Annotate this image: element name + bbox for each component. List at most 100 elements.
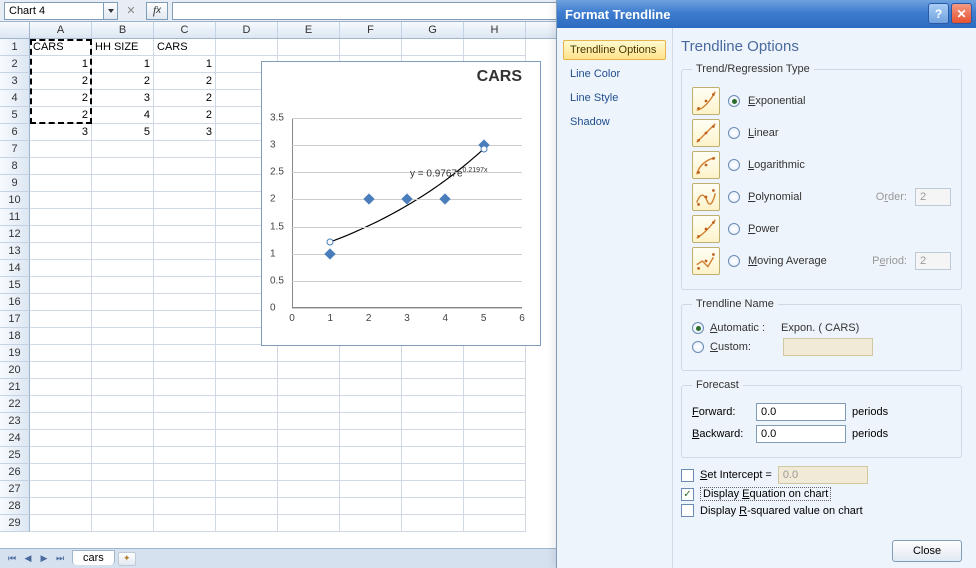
nav-trendline-options[interactable]: Trendline Options — [563, 40, 666, 60]
cell[interactable] — [464, 430, 526, 447]
forward-input[interactable] — [756, 403, 846, 421]
cell[interactable]: HH SIZE — [92, 39, 154, 56]
row-header[interactable]: 13 — [0, 243, 30, 260]
cell[interactable] — [30, 447, 92, 464]
radio-logarithmic[interactable] — [728, 159, 740, 171]
cell[interactable] — [278, 39, 340, 56]
cell[interactable] — [92, 158, 154, 175]
tab-nav-next-icon[interactable]: ▶ — [36, 551, 52, 567]
cell[interactable] — [92, 141, 154, 158]
cell[interactable] — [30, 464, 92, 481]
cell[interactable] — [92, 226, 154, 243]
row-header[interactable]: 2 — [0, 56, 30, 73]
cell[interactable]: 3 — [154, 124, 216, 141]
cell[interactable] — [92, 243, 154, 260]
radio-exponential[interactable] — [728, 95, 740, 107]
cell[interactable] — [278, 379, 340, 396]
cell[interactable] — [278, 413, 340, 430]
cell[interactable] — [154, 226, 216, 243]
cell[interactable] — [30, 277, 92, 294]
cell[interactable] — [30, 345, 92, 362]
col-header[interactable]: E — [278, 22, 340, 38]
cell[interactable] — [92, 515, 154, 532]
nav-shadow[interactable]: Shadow — [563, 112, 666, 132]
cell[interactable] — [154, 362, 216, 379]
order-spinner[interactable]: 2 — [915, 188, 951, 206]
checkbox-set-intercept[interactable] — [681, 469, 694, 482]
cell[interactable] — [92, 498, 154, 515]
cell[interactable] — [402, 430, 464, 447]
radio-moving-average[interactable] — [728, 255, 740, 267]
row-header[interactable]: 12 — [0, 226, 30, 243]
cell[interactable] — [154, 141, 216, 158]
cell[interactable] — [402, 498, 464, 515]
close-icon[interactable]: ✕ — [951, 3, 972, 24]
checkbox-display-r2[interactable] — [681, 504, 694, 517]
cell[interactable]: 2 — [154, 107, 216, 124]
formula-cancel-icon[interactable]: ✕ — [122, 2, 140, 20]
col-header[interactable]: H — [464, 22, 526, 38]
cell[interactable]: 1 — [30, 56, 92, 73]
cell[interactable] — [464, 481, 526, 498]
cell[interactable] — [92, 362, 154, 379]
close-button[interactable]: Close — [892, 540, 962, 562]
cell[interactable]: 2 — [92, 73, 154, 90]
row-header[interactable]: 4 — [0, 90, 30, 107]
cell[interactable] — [340, 481, 402, 498]
cell[interactable] — [278, 515, 340, 532]
cell[interactable]: 4 — [92, 107, 154, 124]
cell[interactable] — [216, 362, 278, 379]
cell[interactable] — [340, 413, 402, 430]
tab-nav-last-icon[interactable]: ⏭ — [52, 551, 68, 567]
cell[interactable] — [340, 464, 402, 481]
cell[interactable] — [340, 396, 402, 413]
cell[interactable] — [278, 464, 340, 481]
row-header[interactable]: 6 — [0, 124, 30, 141]
cell[interactable] — [154, 396, 216, 413]
cell[interactable] — [92, 481, 154, 498]
radio-linear[interactable] — [728, 127, 740, 139]
dialog-titlebar[interactable]: Format Trendline ? ✕ — [557, 0, 976, 28]
cell[interactable] — [30, 158, 92, 175]
cell[interactable] — [216, 447, 278, 464]
cell[interactable] — [216, 379, 278, 396]
radio-custom[interactable] — [692, 341, 704, 353]
cell[interactable]: 2 — [30, 107, 92, 124]
cell[interactable] — [30, 243, 92, 260]
cell[interactable] — [216, 39, 278, 56]
row-header[interactable]: 22 — [0, 396, 30, 413]
cell[interactable] — [30, 328, 92, 345]
cell[interactable] — [402, 515, 464, 532]
cell[interactable] — [278, 481, 340, 498]
row-header[interactable]: 28 — [0, 498, 30, 515]
cell[interactable] — [464, 413, 526, 430]
cell[interactable] — [464, 39, 526, 56]
nav-line-color[interactable]: Line Color — [563, 64, 666, 84]
cell[interactable] — [154, 447, 216, 464]
cell[interactable] — [278, 430, 340, 447]
cell[interactable] — [154, 515, 216, 532]
cell[interactable] — [216, 515, 278, 532]
cell[interactable] — [464, 396, 526, 413]
row-header[interactable]: 10 — [0, 192, 30, 209]
row-header[interactable]: 27 — [0, 481, 30, 498]
cell[interactable] — [92, 396, 154, 413]
cell[interactable] — [30, 260, 92, 277]
cell[interactable] — [402, 447, 464, 464]
cell[interactable] — [402, 413, 464, 430]
cell[interactable] — [92, 379, 154, 396]
select-all-corner[interactable] — [0, 22, 30, 38]
tab-nav-prev-icon[interactable]: ◀ — [20, 551, 36, 567]
cell[interactable] — [154, 430, 216, 447]
cell[interactable]: 2 — [154, 73, 216, 90]
cell[interactable] — [30, 362, 92, 379]
cell[interactable]: 3 — [92, 90, 154, 107]
cell[interactable] — [92, 430, 154, 447]
cell[interactable] — [154, 158, 216, 175]
cell[interactable] — [92, 209, 154, 226]
cell[interactable] — [154, 294, 216, 311]
cell[interactable] — [216, 396, 278, 413]
cell[interactable] — [340, 362, 402, 379]
trendline-equation[interactable]: y = 0.9767e0.2197x — [410, 167, 487, 179]
radio-polynomial[interactable] — [728, 191, 740, 203]
